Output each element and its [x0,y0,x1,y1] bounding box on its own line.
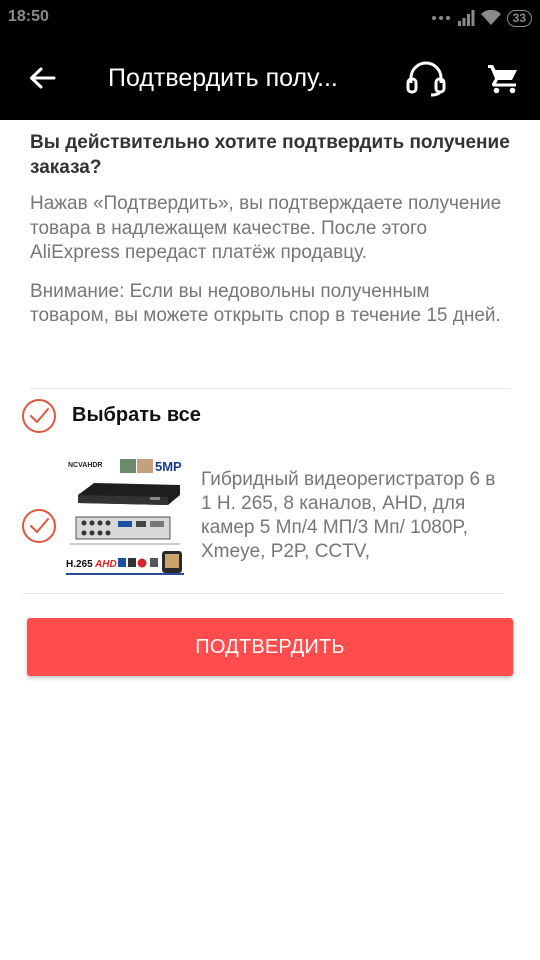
signal-icon [457,10,475,26]
wifi-icon [480,10,501,25]
headset-icon [406,61,446,97]
arrow-back-icon [30,67,56,89]
product-image[interactable]: NCVAHDR 5MP H.265 AHD [64,455,188,581]
status-bar: 18:50 33 [0,0,540,36]
support-button[interactable] [402,56,450,100]
product-title[interactable]: Гибридный видеорегистратор 6 в 1 H. 265,… [201,468,501,586]
cart-button[interactable] [480,56,526,100]
check-circle-icon [22,509,56,543]
more-dots-icon [431,16,450,20]
resolution-badge: 5MP [155,459,182,474]
app-bar: Подтвердить полу... [0,36,540,120]
status-time: 18:50 [8,8,49,25]
cart-icon [488,65,517,94]
page-title: Подтвердить полу... [108,64,338,92]
dispute-warning: Внимание: Если вы недовольны полученным … [30,280,501,327]
codec-text: H.265 [66,559,93,570]
brand-text: NCVAHDR [68,462,102,469]
divider [30,388,510,389]
confirm-question: Вы действительно хотите подтвердить полу… [30,132,510,178]
product-checkbox[interactable] [21,508,57,544]
confirm-button[interactable]: ПОДТВЕРДИТЬ [27,618,513,676]
check-circle-icon [22,399,56,433]
dvr-product-picture: NCVAHDR 5MP H.265 AHD [66,459,184,575]
confirm-info: Нажав «Подтвердить», вы подтверждаете по… [30,193,502,263]
ahd-text: AHD [94,559,117,570]
back-button[interactable] [20,58,64,98]
select-all-label[interactable]: Выбрать все [72,404,201,427]
status-icons: 33 [431,9,532,27]
divider [22,593,504,594]
battery-indicator: 33 [506,9,532,27]
select-all-checkbox[interactable] [21,398,57,434]
confirmation-text: Вы действительно хотите подтвердить полу… [30,130,510,329]
